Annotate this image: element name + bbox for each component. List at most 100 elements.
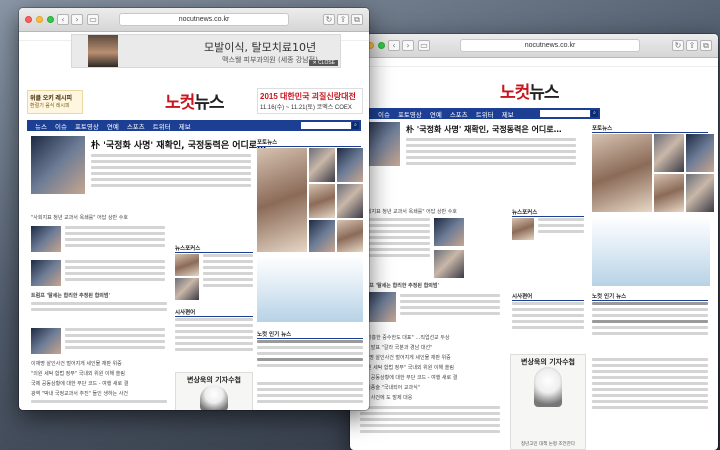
hot-news-list [257,340,363,380]
ad-ribbon[interactable]: 광역 "박내 국정교과서 추진" 들인 생하는 사건 [31,390,128,397]
photo-news-main[interactable] [257,148,307,252]
featured-headline[interactable]: 트럼프 '탈세는 합리한 추정된 합의범' [360,282,439,289]
zoom-window-button[interactable] [47,16,54,23]
focus-text [203,254,253,300]
back-button[interactable]: ‹ [57,14,69,25]
list-item[interactable]: 국제 공동상황에 대한 무단 코드 - 여행 새로 결 [360,374,457,381]
list-item[interactable]: 한국 발표 "갈라 국분과 경남 대선" [360,344,432,351]
nav-item-photo[interactable]: 포토영상 [398,109,422,119]
focus-thumb[interactable] [512,218,534,240]
hot-news-list [592,302,708,352]
photo-thumb[interactable] [309,184,335,218]
top-ad-banner[interactable]: 모발이식, 탈모치료10년 맥스웰 피부과의원 (세종 강남점) ✕ CLOSE [71,34,341,68]
list-item[interactable]: "의원 세탁 합법 정부" 국내외 위원 이해 쏠림 [360,364,454,371]
list-item[interactable]: 이재명 살인사건 벌어지게 세인물 재판 위증 [360,354,451,361]
ad-image[interactable] [257,256,363,322]
address-bar[interactable]: nocutnews.co.kr [119,13,289,26]
nav-item-photo[interactable]: 포토영상 [75,121,99,131]
news-focus-title: 뉴스포커스 [175,244,253,253]
event-banner-date: 11.16(수) ~ 11.21(토) 코엑스 COEX [260,105,352,111]
focus-thumb[interactable] [175,278,199,300]
list-item[interactable]: 국제 공동상황에 대한 무단 코드 - 여행 새로 결 [31,380,128,387]
focus-thumb[interactable] [175,254,199,276]
back-button[interactable]: ‹ [388,40,400,51]
sidebar-button[interactable]: ▭ [418,40,430,51]
ad-image[interactable] [592,216,710,286]
nav-item-report[interactable]: 제보 [502,109,514,119]
photo-thumb[interactable] [309,148,335,182]
lead-headline[interactable]: 朴 '국정화 사명' 재확인, 국정동력은 어디로… [91,138,266,151]
lead-photo[interactable] [31,136,85,194]
nav-item-sports[interactable]: 스포츠 [450,109,468,119]
list-item[interactable]: "조기흥한 중수한도 대표" …직업선교 두상 [360,334,450,341]
page-content: 노컷뉴스 뉴스 이슈 포토영상 연예 스포츠 트위터 제보 ⌕ 朴 '국정화 사… [350,58,718,450]
lead-headline[interactable]: 朴 '국정화 사명' 재확인, 국정동력은 어디로… [406,124,562,135]
cartoon-box[interactable]: 변상욱의 기자수첩 [175,372,253,410]
sidebar-button[interactable]: ▭ [87,14,99,25]
site-logo[interactable]: 노컷뉴스 [165,88,225,113]
lead-summary [91,154,251,200]
tabs-icon[interactable]: ⧉ [351,14,363,25]
side-ad[interactable]: 위클 오키 레시피 환절기 음식 레시피 [27,90,83,114]
news-thumb[interactable] [31,260,61,286]
event-banner[interactable]: 2015 대한민국 괴질신랑대전 11.16(수) ~ 11.21(토) 코엑스… [257,88,363,114]
tabs-icon[interactable]: ⧉ [700,40,712,51]
photo-thumb[interactable] [654,174,684,212]
address-bar[interactable]: nocutnews.co.kr [460,39,640,52]
news-thumb[interactable] [31,328,61,354]
search-icon[interactable]: ⌕ [591,110,598,117]
featured-text [31,302,167,322]
share-icon[interactable]: ⇪ [337,14,349,25]
event-banner-title: 2015 대한민국 괴질신랑대전 [260,92,356,101]
news-list [65,328,165,358]
photo-thumb[interactable] [686,134,714,172]
logo-sub: 뉴스 [194,93,224,113]
minimize-window-button[interactable] [36,16,43,23]
nav-item-twitter[interactable]: 트위터 [476,109,494,119]
news-thumb[interactable] [434,250,464,278]
nav-item-news[interactable]: 뉴스 [35,121,47,131]
search-input[interactable] [540,110,590,117]
forward-button[interactable]: › [71,14,83,25]
browser-window-back[interactable]: ‹ › ▭ nocutnews.co.kr ↻ ⇪ ⧉ 노컷뉴스 뉴스 이슈 포… [350,34,718,450]
zoom-window-button[interactable] [378,42,385,49]
news-focus-title: 뉴스포커스 [512,208,584,217]
photo-thumb[interactable] [686,174,714,212]
browser-window-front[interactable]: ‹ › ▭ nocutnews.co.kr ↻ ⇪ ⧉ 모발이식, 탈모치료10… [19,8,369,410]
sub-headline[interactable]: "사회지표 청년 교과서 옥쇄를" 어답 상반 수호 [360,208,457,215]
ad-close-button[interactable]: ✕ CLOSE [309,60,338,66]
nav-item-twitter[interactable]: 트위터 [153,121,171,131]
share-icon[interactable]: ⇪ [686,40,698,51]
featured-headline[interactable]: 트럼프 '탈세는 합리한 추정된 합의범' [31,292,110,299]
news-thumb[interactable] [31,226,61,252]
reload-icon[interactable]: ↻ [672,40,684,51]
photo-thumb[interactable] [309,220,335,252]
cartoon-box[interactable]: 변상욱의 기자수첩 청년고민 대책 논평 조언한다 [510,354,586,450]
photo-thumb[interactable] [654,134,684,172]
logo-sub: 뉴스 [529,83,559,103]
reload-icon[interactable]: ↻ [323,14,335,25]
search-icon[interactable]: ⌕ [352,122,359,129]
close-window-button[interactable] [25,16,32,23]
photo-thumb[interactable] [337,220,363,252]
nav-item-issue[interactable]: 이슈 [55,121,67,131]
list-item[interactable]: "의원 세탁 합법 정부" 국내외 위원 이해 쏠림 [31,370,125,377]
photo-thumb[interactable] [337,184,363,218]
sub-headline[interactable]: "사회지표 청년 교과서 옥쇄를" 어답 상반 수호 [31,214,128,221]
nav-item-ent[interactable]: 연예 [430,109,442,119]
nav-item-sports[interactable]: 스포츠 [127,121,145,131]
cartoon-portrait [200,385,228,410]
news-thumb[interactable] [434,218,464,246]
main-nav: 뉴스 이슈 포토영상 연예 스포츠 트위터 제보 ⌕ [350,108,600,119]
search-input[interactable] [301,122,351,129]
nav-item-ent[interactable]: 연예 [107,121,119,131]
photo-thumb[interactable] [337,148,363,182]
ad-portrait [88,35,118,67]
list-item[interactable]: 이재명 살인사건 벌어지게 세인물 재판 위증 [31,360,122,367]
forward-button[interactable]: › [402,40,414,51]
nav-item-report[interactable]: 제보 [179,121,191,131]
photo-section-title: 포토뉴스 [257,138,361,147]
nav-item-issue[interactable]: 이슈 [378,109,390,119]
photo-news-main[interactable] [592,134,652,212]
site-logo[interactable]: 노컷뉴스 [500,78,560,103]
